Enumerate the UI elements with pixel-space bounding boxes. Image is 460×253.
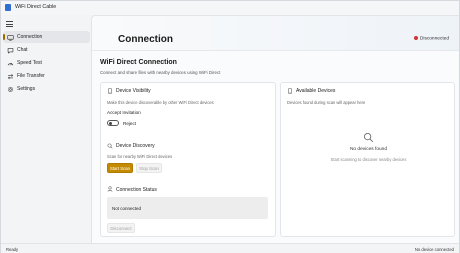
- sidebar-item-settings[interactable]: Settings: [3, 83, 90, 95]
- sidebar-item-label: Connection: [17, 34, 43, 40]
- hamburger-menu-icon[interactable]: [6, 21, 13, 27]
- app-title: WiFi Direct Cable: [15, 4, 57, 10]
- speed-test-icon: [7, 62, 14, 65]
- connection-status-badge: Disconnected: [413, 36, 449, 42]
- sidebar-item-label: File Transfer: [17, 73, 45, 79]
- connection-status-title: Connection Status: [116, 186, 157, 193]
- stop-scan-button[interactable]: Stop Scan: [136, 163, 162, 173]
- file-transfer-icon: [7, 73, 14, 79]
- empty-state-title: No devices found: [349, 147, 388, 152]
- app-logo-icon: [5, 4, 11, 11]
- chat-icon: [7, 47, 14, 53]
- main-content: Connection Disconnected WiFi Direct Conn…: [91, 15, 459, 243]
- sidebar-item-connection[interactable]: Connection: [3, 31, 90, 43]
- status-dot-icon: [413, 36, 418, 40]
- status-bar-text: Ready: [6, 246, 19, 252]
- page-title: Connection: [118, 34, 173, 45]
- phone-icon: [108, 88, 112, 94]
- page-header: Connection Disconnected: [92, 16, 459, 51]
- connection-status-box: Not connected: [107, 197, 268, 219]
- title-bar[interactable]: WiFi Direct Cable: [1, 1, 459, 15]
- gear-icon: [7, 86, 14, 92]
- empty-state-hint: Start scanning to discover nearby device…: [330, 157, 407, 162]
- sidebar-item-speed-test[interactable]: Speed Test: [3, 57, 90, 69]
- available-devices-description: Devices found during scan will appear he…: [287, 100, 366, 105]
- search-icon: [363, 132, 374, 143]
- connection-controls-card: Device Visibility Make this device disco…: [100, 82, 276, 237]
- connection-status-value: Not connected: [112, 206, 142, 211]
- device-visibility-title: Device Visibility: [116, 88, 151, 94]
- search-icon: [107, 143, 113, 149]
- toggle-state-label: Reject: [123, 120, 137, 126]
- connection-icon: [7, 34, 14, 41]
- disconnect-button[interactable]: Disconnect: [107, 223, 135, 233]
- section-title: WiFi Direct Connection: [100, 59, 177, 66]
- app-window: WiFi Direct Cable Connection Chat Speed: [0, 0, 460, 253]
- available-devices-card: Available Devices Devices found during s…: [280, 82, 455, 237]
- status-bar: Ready No device connected: [1, 243, 459, 253]
- sidebar-item-file-transfer[interactable]: File Transfer: [3, 70, 90, 82]
- sidebar-item-label: Settings: [17, 86, 36, 92]
- sidebar: Connection Chat Speed Test File Transfer: [1, 15, 91, 243]
- person-icon: [107, 186, 113, 192]
- accept-invitation-label: Accept Invitation: [107, 110, 141, 115]
- phone-icon: [288, 88, 292, 94]
- start-scan-button[interactable]: Start Scan: [107, 163, 133, 173]
- device-visibility-description: Make this device discoverable by other W…: [107, 100, 214, 105]
- available-devices-title: Available Devices: [296, 88, 336, 94]
- sidebar-item-label: Speed Test: [17, 60, 42, 66]
- sidebar-item-label: Chat: [17, 47, 28, 53]
- device-discovery-description: Scan for nearby WiFi Direct devices: [107, 154, 173, 159]
- device-discovery-title: Device Discovery: [116, 143, 155, 149]
- accept-invitation-toggle[interactable]: [107, 120, 119, 126]
- status-bar-device-status: No device connected: [414, 246, 454, 252]
- section-subtitle: Connect and share files with nearby devi…: [100, 70, 221, 75]
- connection-status-label: Disconnected: [419, 36, 449, 42]
- sidebar-item-chat[interactable]: Chat: [3, 44, 90, 56]
